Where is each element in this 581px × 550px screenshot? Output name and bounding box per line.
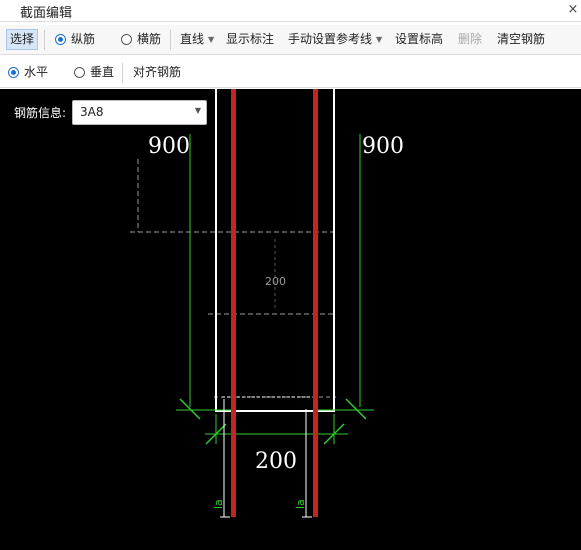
show-dimension-button[interactable]: 显示标注 — [226, 29, 274, 50]
toolbar-divider — [44, 30, 45, 50]
rebar-left[interactable] — [231, 89, 236, 517]
rebar-info-value: 3A8 — [80, 105, 104, 119]
radio-unchecked-icon — [121, 34, 132, 45]
dimension-text-right: 900 — [362, 134, 404, 159]
rebar-info-label: 钢筋信息: — [14, 106, 67, 120]
close-icon[interactable]: × — [565, 1, 581, 19]
chevron-down-icon: ▼ — [194, 106, 201, 115]
dimension-tick — [345, 398, 367, 420]
rebar-right[interactable] — [313, 89, 318, 517]
chevron-down-icon: ▼ — [208, 35, 215, 44]
toolbar-divider — [170, 30, 171, 50]
anchor-label-left: la — [212, 499, 225, 509]
transverse-label: 横筋 — [137, 32, 162, 46]
manual-reference-label: 手动设置参考线 — [288, 32, 373, 46]
dimension-text-left: 900 — [148, 134, 190, 159]
title-bar: 截面编辑 × — [0, 0, 581, 22]
line-label: 直线 — [180, 32, 205, 46]
section-drawing: 900 900 200 200 la la — [130, 89, 404, 518]
drawing-canvas[interactable]: 900 900 200 200 la la — [0, 89, 581, 550]
radio-unchecked-icon — [74, 67, 85, 78]
toolbar-divider — [122, 63, 123, 83]
anchor-label-right: la — [294, 499, 307, 509]
transverse-radio[interactable]: 横筋 — [121, 29, 161, 50]
secondary-toolbar: 水平 垂直 对齐钢筋 — [0, 56, 581, 88]
line-dropdown[interactable]: 直线 ▼ — [180, 29, 214, 50]
dimension-text-center: 200 — [265, 275, 286, 288]
delete-button[interactable]: 删除 — [458, 29, 482, 50]
chevron-down-icon: ▼ — [376, 35, 383, 44]
rebar-info-select[interactable]: 3A8 ▼ — [72, 100, 207, 125]
main-toolbar: 选择 纵筋 横筋 直线 ▼ 显示标注 手动设置参考线 ▼ 设置标高 删除 清空钢筋 — [0, 25, 581, 55]
radio-checked-icon — [8, 67, 19, 78]
dimension-text-bottom: 200 — [255, 449, 297, 474]
select-button[interactable]: 选择 — [6, 29, 39, 50]
vertical-label: 垂直 — [90, 65, 115, 79]
longitudinal-radio[interactable]: 纵筋 — [55, 29, 95, 50]
vertical-radio[interactable]: 垂直 — [74, 62, 114, 83]
horizontal-radio[interactable]: 水平 — [8, 62, 48, 83]
radio-checked-icon — [55, 34, 66, 45]
manual-reference-dropdown[interactable]: 手动设置参考线 ▼ — [288, 29, 382, 50]
set-elevation-button[interactable]: 设置标高 — [395, 29, 443, 50]
align-rebar-button[interactable]: 对齐钢筋 — [133, 62, 181, 83]
window-title: 截面编辑 — [20, 6, 73, 21]
clear-rebar-button[interactable]: 清空钢筋 — [497, 29, 545, 50]
horizontal-label: 水平 — [24, 65, 49, 79]
longitudinal-label: 纵筋 — [71, 32, 96, 46]
